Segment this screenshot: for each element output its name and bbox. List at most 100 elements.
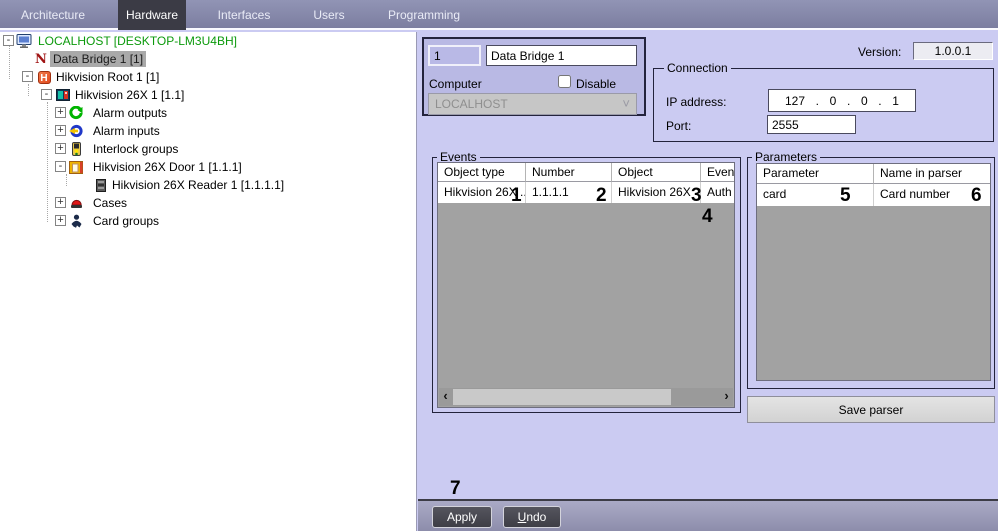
expand-toggle[interactable]: +: [55, 143, 66, 154]
undo-label-rest: ndo: [526, 509, 547, 524]
ip-address-field[interactable]: 127 . 0 . 0 . 1: [768, 89, 916, 112]
disable-checkbox[interactable]: [558, 75, 571, 88]
expand-toggle[interactable]: +: [55, 125, 66, 136]
tree-item-hikvision-26x[interactable]: - Hikvision 26X 1 [1.1]: [0, 87, 410, 103]
hikvision-26x-device-icon: [55, 87, 71, 103]
scroll-left-arrow-icon[interactable]: ‹: [439, 388, 452, 406]
column-header: Event: [701, 163, 734, 182]
expand-toggle[interactable]: +: [55, 215, 66, 226]
menu-hardware[interactable]: Hardware: [118, 0, 186, 30]
tree-item-label[interactable]: Cases: [90, 195, 130, 211]
expand-toggle[interactable]: +: [55, 107, 66, 118]
identity-box: Computer Disable LOCALHOST ˅: [422, 37, 646, 116]
column-header: Object: [612, 163, 701, 182]
tree-item-alarm-inputs[interactable]: + Alarm inputs: [0, 123, 410, 139]
parameters-table: Parameter Name in parser card Card numbe…: [756, 163, 991, 381]
tree-item-label[interactable]: Data Bridge 1 [1]: [50, 51, 147, 67]
tree-item-label[interactable]: LOCALHOST [DESKTOP-LM3U4BH]: [35, 33, 240, 49]
reader-icon: [93, 177, 109, 193]
scroll-right-arrow-icon[interactable]: ›: [720, 388, 733, 406]
port-label: Port:: [666, 119, 692, 133]
ip-octet: 127: [785, 93, 806, 108]
tree-item-data-bridge[interactable]: N Data Bridge 1 [1]: [0, 51, 410, 67]
horizontal-scrollbar[interactable]: ‹ ›: [439, 388, 733, 406]
tree-item-label[interactable]: Alarm inputs: [90, 123, 163, 139]
computer-icon: [16, 33, 32, 49]
tree-item-hikvision-root[interactable]: - H Hikvision Root 1 [1]: [0, 69, 410, 85]
table-row[interactable]: card Card number: [757, 184, 990, 206]
tree-item-label[interactable]: Hikvision 26X 1 [1.1]: [72, 87, 187, 103]
callout-2: 2: [596, 185, 607, 206]
parameters-group: Parameters Parameter Name in parser card…: [747, 150, 995, 389]
computer-label: Computer: [429, 77, 482, 91]
scrollbar-thumb[interactable]: [453, 389, 671, 405]
callout-3: 3: [691, 185, 702, 206]
undo-button[interactable]: Undo: [503, 506, 561, 528]
table-row[interactable]: Hikvision 26X .. 1.1.1.1 Hikvision 26X A…: [438, 182, 734, 203]
tree-item-localhost[interactable]: - LOCALHOST [DESKTOP-LM3U4BH]: [0, 33, 410, 49]
tree-item-label[interactable]: Card groups: [90, 213, 162, 229]
disable-label: Disable: [576, 77, 617, 91]
expand-toggle[interactable]: -: [41, 89, 52, 100]
ip-dot: .: [815, 93, 820, 108]
tree-item-hikvision-door[interactable]: - Hikvision 26X Door 1 [1.1.1]: [0, 159, 410, 175]
version-label: Version:: [858, 45, 902, 59]
tree-item-hikvision-reader[interactable]: Hikvision 26X Reader 1 [1.1.1.1]: [0, 177, 410, 193]
callout-7: 7: [450, 478, 461, 499]
card-groups-icon: [68, 213, 84, 229]
ip-octet: 0: [829, 93, 837, 108]
column-header: Object type: [438, 163, 526, 182]
ip-dot: .: [878, 93, 882, 108]
object-id-field[interactable]: [428, 45, 481, 66]
hikvision-root-icon: H: [36, 69, 52, 85]
alarm-inputs-icon: [68, 123, 84, 139]
ip-octet: 0: [860, 93, 868, 108]
ip-octet: 1: [892, 93, 899, 108]
cell-event[interactable]: Auth: [701, 182, 734, 203]
interlock-groups-icon: [68, 141, 84, 157]
expand-toggle[interactable]: -: [55, 161, 66, 172]
tree-item-alarm-outputs[interactable]: + Alarm outputs: [0, 105, 410, 121]
tree-item-label[interactable]: Hikvision 26X Door 1 [1.1.1]: [90, 159, 245, 175]
menu-interfaces[interactable]: Interfaces: [210, 0, 278, 30]
callout-1: 1: [511, 185, 522, 206]
port-field[interactable]: [767, 115, 856, 134]
menu-users[interactable]: Users: [303, 0, 355, 30]
events-table-header: Object type Number Object Event: [438, 163, 734, 182]
expand-toggle[interactable]: -: [3, 35, 14, 46]
save-parser-button[interactable]: Save parser: [747, 396, 995, 423]
column-header: Parameter: [757, 164, 874, 184]
device-tree: - LOCALHOST [DESKTOP-LM3U4BH] N Data Bri…: [0, 32, 417, 531]
expand-toggle[interactable]: +: [55, 197, 66, 208]
alarm-outputs-icon: [68, 105, 84, 121]
object-name-field[interactable]: [486, 45, 637, 66]
tree-item-label[interactable]: Hikvision 26X Reader 1 [1.1.1.1]: [109, 177, 287, 193]
tree-item-label[interactable]: Interlock groups: [90, 141, 181, 157]
bottom-action-bar: Apply Undo: [418, 499, 998, 531]
cases-icon: [68, 195, 84, 211]
parameters-group-title: Parameters: [752, 150, 821, 164]
menu-architecture[interactable]: Architecture: [10, 0, 96, 30]
chevron-down-icon: ˅: [622, 96, 630, 111]
undo-label-initial: U: [517, 509, 527, 524]
connection-group: Connection IP address: 127 . 0 . 0 . 1 P…: [653, 61, 994, 142]
ip-address-label: IP address:: [666, 95, 727, 109]
tree-item-interlock-groups[interactable]: + Interlock groups: [0, 141, 410, 157]
tree-item-label[interactable]: Alarm outputs: [90, 105, 170, 121]
callout-4: 4: [702, 206, 713, 227]
tree-item-cases[interactable]: + Cases: [0, 195, 410, 211]
menu-programming[interactable]: Programming: [385, 0, 463, 30]
tree-item-card-groups[interactable]: + Card groups: [0, 213, 410, 229]
menubar: Architecture Hardware Interfaces Users P…: [0, 0, 998, 30]
computer-dropdown[interactable]: LOCALHOST ˅: [428, 93, 637, 115]
ip-dot: .: [846, 93, 851, 108]
cell-object[interactable]: Hikvision 26X: [612, 182, 701, 203]
apply-button[interactable]: Apply: [432, 506, 492, 528]
door-icon: [68, 159, 84, 175]
version-value: 1.0.0.1: [913, 42, 993, 60]
column-header: Name in parser: [874, 164, 990, 184]
cell-parameter[interactable]: card: [757, 184, 874, 206]
expand-toggle[interactable]: -: [22, 71, 33, 82]
tree-item-label[interactable]: Hikvision Root 1 [1]: [53, 69, 162, 85]
data-bridge-icon: N: [35, 51, 47, 67]
